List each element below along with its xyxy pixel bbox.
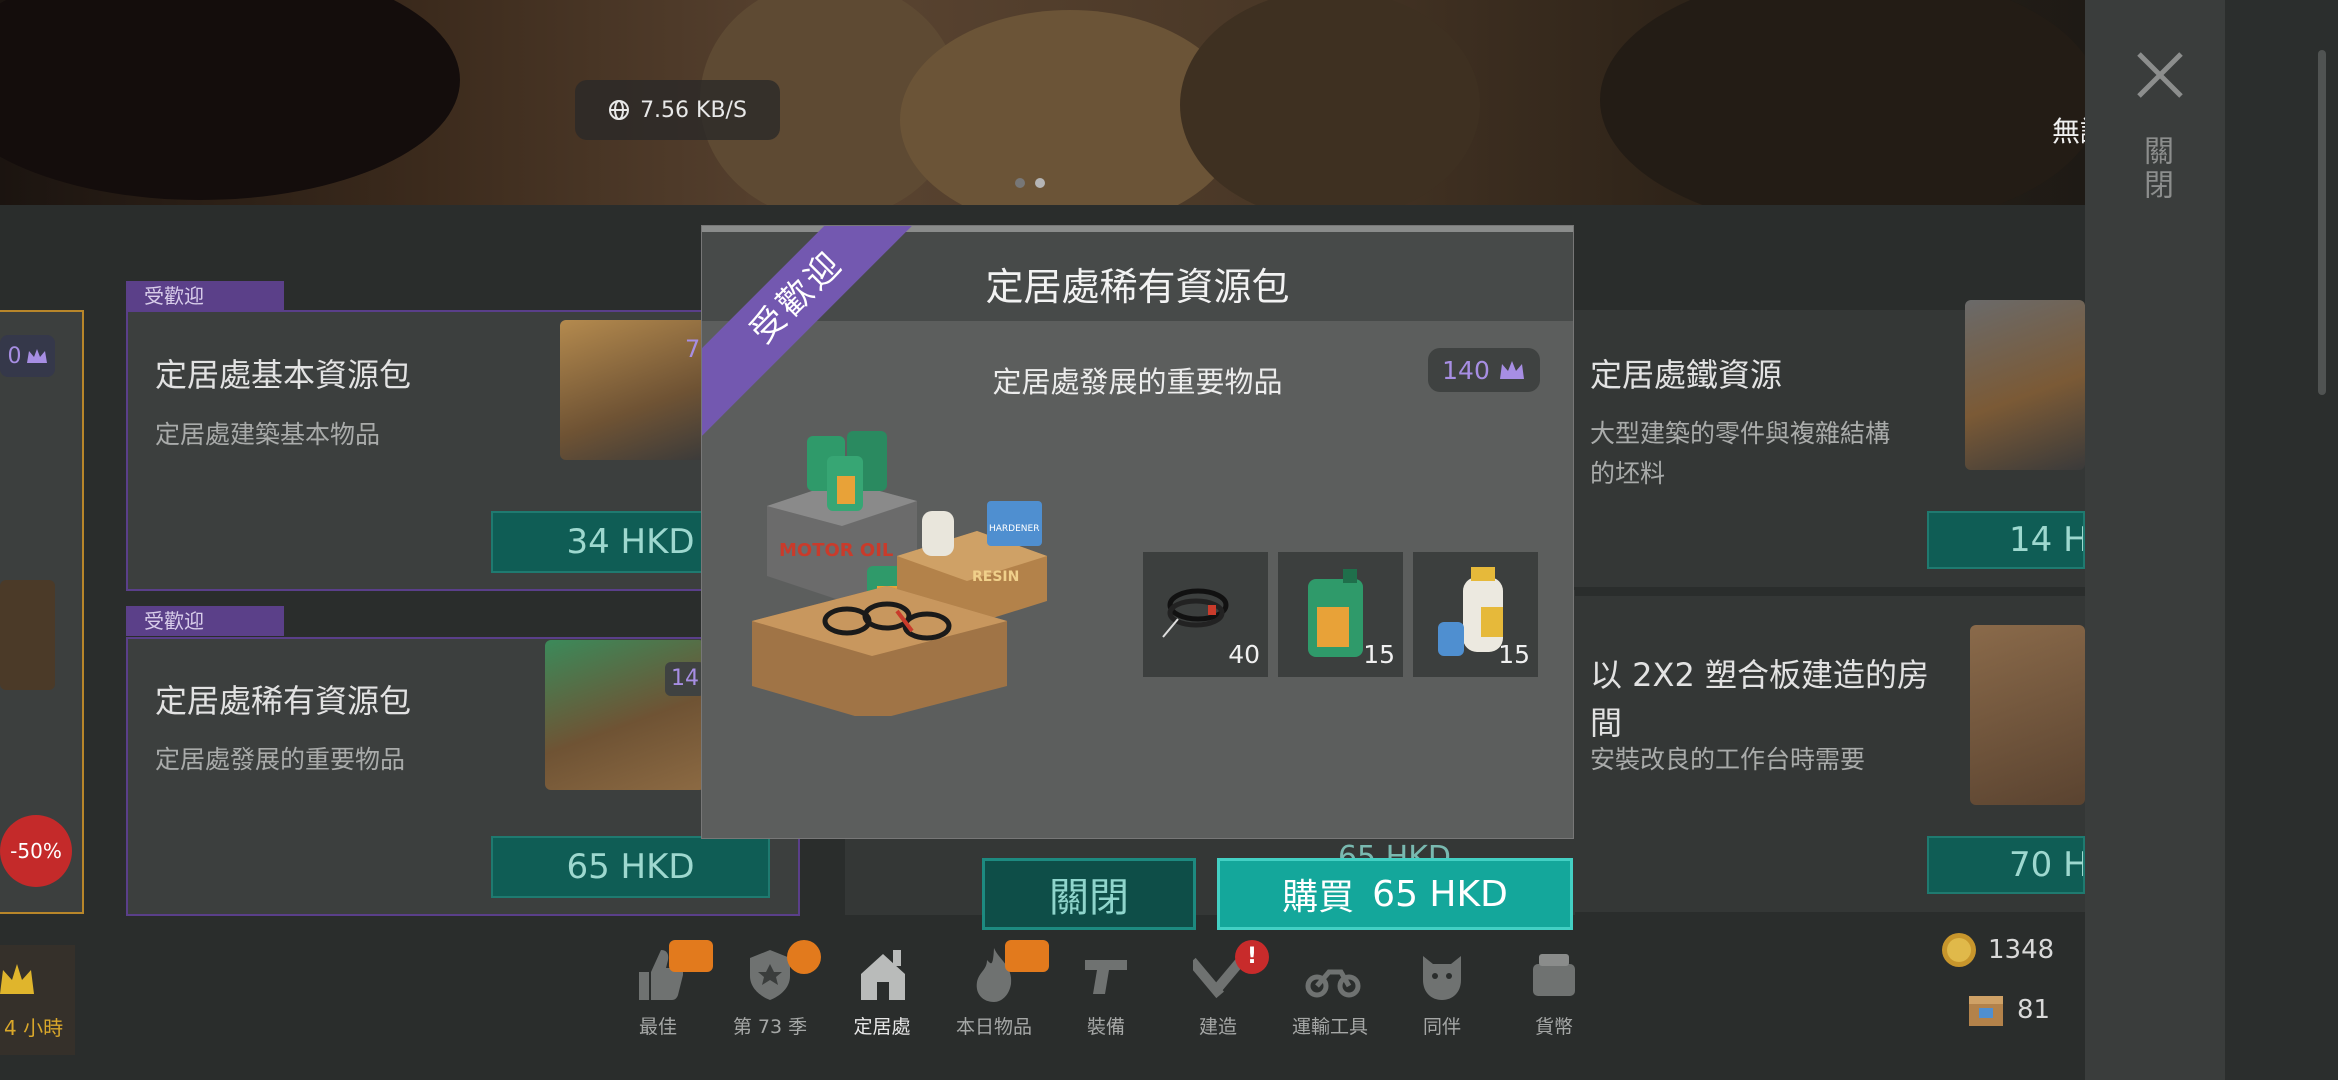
carousel-dot[interactable] — [1015, 178, 1025, 188]
offer-title-line2: 間 — [1590, 704, 1623, 742]
fire-badge-icon — [787, 940, 821, 974]
promo-banner[interactable] — [0, 0, 2085, 205]
network-speed-indicator: 7.56 KB/S — [575, 80, 780, 140]
crate-icon — [1969, 996, 2003, 1026]
nav-equipment[interactable]: 裝備 — [1051, 940, 1161, 1050]
house-icon — [861, 950, 905, 1000]
coin-balance[interactable]: 1348 — [1940, 930, 2080, 970]
resin-label: RESIN — [972, 569, 1019, 585]
crown-icon — [0, 964, 34, 994]
item-quantity: 15 — [1498, 640, 1530, 669]
offer-title: 定居處基本資源包 — [155, 356, 412, 394]
price-button[interactable]: 14 HK — [1927, 511, 2085, 569]
nav-label: 同伴 — [1422, 1016, 1461, 1038]
bundle-illustration: MOTOR OIL RESIN HARDENER — [752, 431, 1047, 716]
offer-image — [1970, 625, 2085, 805]
side-close-label[interactable]: 關閉 — [2138, 135, 2177, 203]
nav-label: 第 73 季 — [732, 1016, 808, 1038]
offer-description: 定居處發展的重要物品 — [155, 745, 406, 774]
wire-icon — [1162, 588, 1229, 638]
crown-cost-value: 140 — [1442, 355, 1490, 385]
buy-label: 購買 — [1282, 877, 1355, 918]
nav-label: 最佳 — [638, 1016, 677, 1038]
buy-price: 65 HKD — [1372, 873, 1508, 915]
nav-build[interactable]: ! 建造 — [1163, 940, 1273, 1050]
nav-label: 貨幣 — [1534, 1016, 1573, 1038]
offer-description-line2: 的坯料 — [1590, 459, 1666, 488]
motorcycle-icon — [1305, 969, 1361, 998]
offer-title-line1: 以 2X2 塑合板建造的房 — [1590, 656, 1929, 694]
dog-icon — [1423, 956, 1461, 1000]
offer-description-line1: 大型建築的零件與複雜結構 — [1590, 419, 1891, 448]
crown-icon — [1499, 361, 1524, 379]
crown-cost-badge: 140 — [1428, 348, 1540, 392]
banner-art — [1180, 0, 1480, 205]
popular-tag: 受歡迎 — [126, 606, 284, 636]
popular-tag: 受歡迎 — [126, 281, 284, 311]
nav-label: 定居處 — [853, 1016, 911, 1038]
nav-label: 本日物品 — [955, 1016, 1032, 1038]
crate-balance[interactable]: 81 — [1965, 990, 2085, 1030]
alert-badge-icon: ! — [1235, 940, 1269, 974]
offer-description: 安裝改良的工作台時需要 — [1590, 745, 1866, 774]
banner-art — [0, 0, 460, 200]
nav-season[interactable]: 第 73 季 — [715, 940, 825, 1050]
pistol-icon — [1085, 960, 1127, 994]
video-badge-icon — [669, 940, 713, 972]
vip-timer: 4 小時 — [4, 1016, 64, 1040]
scrollbar[interactable] — [2318, 50, 2326, 395]
nav-currency[interactable]: 貨幣 — [1499, 940, 1609, 1050]
discount-badge: -50% — [0, 815, 72, 887]
crate-balance-value: 81 — [2017, 995, 2051, 1025]
crown-cost-value: 14 — [665, 662, 705, 696]
hardener-label: HARDENER — [989, 524, 1039, 534]
coin-icon — [1942, 933, 1976, 967]
item-quantity: 15 — [1363, 640, 1395, 669]
bundle-detail-dialog: 定居處稀有資源包 受歡迎 定居處發展的重要物品 140 MOTOR OIL RE… — [702, 226, 1573, 838]
nav-label: 運輸工具 — [1291, 1016, 1368, 1038]
price-button[interactable]: 70 HK — [1927, 836, 2085, 894]
bundle-item-resin[interactable]: 15 — [1413, 552, 1538, 677]
nav-vehicles[interactable]: 運輸工具 — [1275, 940, 1385, 1050]
video-badge-icon — [1005, 940, 1049, 972]
crown-icon — [26, 349, 47, 363]
nav-companions[interactable]: 同伴 — [1387, 940, 1497, 1050]
offer-description: 定居處建築基本物品 — [155, 420, 381, 449]
partial-offer-image — [0, 580, 55, 690]
crown-cost-badge: 0 — [0, 335, 55, 377]
motor-oil-icon — [1308, 569, 1363, 657]
coin-balance-value: 1348 — [1988, 935, 2055, 965]
bundle-item-motor-oil[interactable]: 15 — [1278, 552, 1403, 677]
close-icon[interactable] — [2135, 50, 2185, 100]
network-speed-text: 7.56 KB/S — [640, 97, 747, 123]
nav-settlement[interactable]: 定居處 — [827, 940, 937, 1050]
offer-title: 定居處鐵資源 — [1590, 356, 1783, 394]
crown-cost-value: 7 — [685, 335, 701, 363]
globe-icon — [609, 100, 630, 120]
offer-image — [1965, 300, 2085, 470]
buy-button[interactable]: 購買 65 HKD — [1217, 858, 1573, 930]
motor-oil-label: MOTOR OIL — [779, 540, 893, 561]
dialog-close-button[interactable]: 關閉 — [982, 858, 1196, 930]
item-quantity: 40 — [1228, 640, 1260, 669]
nav-label: 裝備 — [1086, 1016, 1125, 1038]
price-button[interactable]: 65 HKD — [491, 836, 770, 898]
crown-cost-value: 0 — [7, 343, 22, 369]
nav-daily-items[interactable]: 本日物品 — [939, 940, 1049, 1050]
carousel-dot-active[interactable] — [1035, 178, 1045, 188]
nav-label: 建造 — [1198, 1016, 1237, 1038]
wallet-icon — [1533, 954, 1575, 996]
bundle-item-wire[interactable]: 40 — [1143, 552, 1268, 677]
offer-title: 定居處稀有資源包 — [155, 682, 412, 720]
nav-best[interactable]: 最佳 — [603, 940, 713, 1050]
